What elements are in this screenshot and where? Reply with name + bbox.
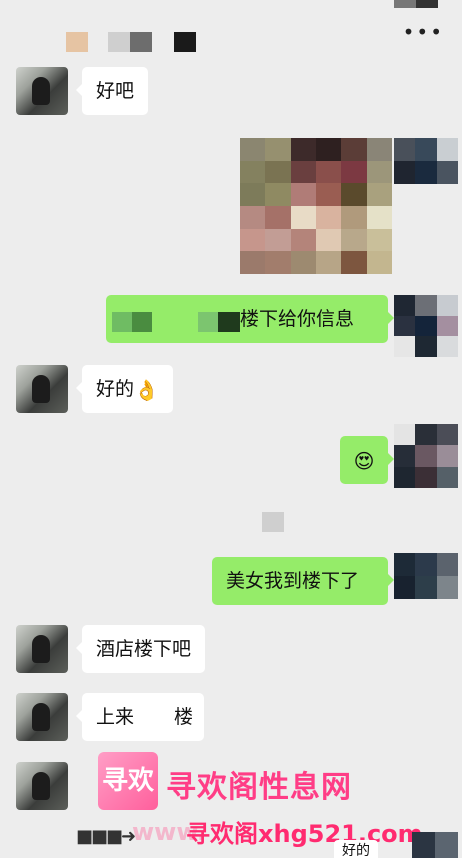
redacted-text-block bbox=[112, 312, 132, 332]
watermark-arrow-icon: ■■■➜ bbox=[76, 826, 136, 847]
ok-hand-emoji-icon: 👌 bbox=[134, 377, 159, 402]
pixelated-image-message[interactable] bbox=[240, 138, 392, 274]
redacted-text-block bbox=[218, 312, 240, 332]
my-avatar[interactable] bbox=[412, 832, 458, 858]
message-bubble-outgoing[interactable]: 美女我到楼下了 bbox=[212, 557, 394, 605]
contact-avatar[interactable] bbox=[16, 625, 68, 673]
message-bubble-incoming[interactable]: 酒店楼下吧 bbox=[75, 625, 206, 673]
my-avatar[interactable] bbox=[394, 138, 458, 184]
redacted-title-block bbox=[66, 32, 88, 52]
message-text: 好的 bbox=[96, 378, 135, 400]
contact-avatar[interactable] bbox=[16, 365, 68, 413]
message-bubble-incoming[interactable]: 好的👌 bbox=[76, 365, 173, 413]
watermark-site-name: 寻欢阁性息网 bbox=[166, 770, 352, 805]
redacted-timestamp bbox=[262, 512, 284, 532]
message-text: 酒店楼下吧 bbox=[96, 638, 192, 660]
redacted-title-block bbox=[108, 32, 130, 52]
message-text: 美女我到楼下了 bbox=[226, 570, 360, 592]
heart-eyes-emoji-icon: 😍 bbox=[353, 448, 375, 473]
message-bubble-outgoing-partial[interactable]: 好的 bbox=[334, 840, 378, 858]
redacted-top-block bbox=[394, 0, 416, 8]
my-avatar[interactable] bbox=[394, 424, 458, 488]
chat-header: ••• bbox=[0, 0, 462, 62]
message-bubble-outgoing[interactable]: 😍 bbox=[340, 436, 394, 484]
message-text: 好吧 bbox=[96, 80, 135, 102]
redacted-text-block bbox=[132, 312, 152, 332]
contact-avatar[interactable] bbox=[16, 762, 68, 810]
redacted-top-block bbox=[416, 0, 438, 8]
redacted-title-block bbox=[174, 32, 196, 52]
more-icon[interactable]: ••• bbox=[403, 22, 444, 42]
contact-avatar[interactable] bbox=[16, 67, 68, 115]
message-text-suffix: 楼 bbox=[174, 706, 194, 728]
message-text: 上来 bbox=[96, 706, 135, 728]
redacted-text-block bbox=[198, 312, 218, 332]
redacted-text-block bbox=[142, 708, 150, 728]
message-text: 楼下给你信息 bbox=[240, 308, 355, 330]
message-bubble-incoming[interactable]: 好吧 bbox=[75, 67, 149, 115]
my-avatar[interactable] bbox=[394, 295, 458, 357]
watermark-logo-block: 寻欢 寻欢阁性息网 bbox=[96, 752, 396, 812]
my-avatar[interactable] bbox=[394, 553, 458, 599]
redacted-title-block bbox=[130, 32, 152, 52]
watermark-url: 寻欢阁xhg521.com bbox=[186, 820, 423, 848]
contact-avatar[interactable] bbox=[16, 693, 68, 741]
watermark-logo-icon: 寻欢 bbox=[98, 752, 158, 810]
